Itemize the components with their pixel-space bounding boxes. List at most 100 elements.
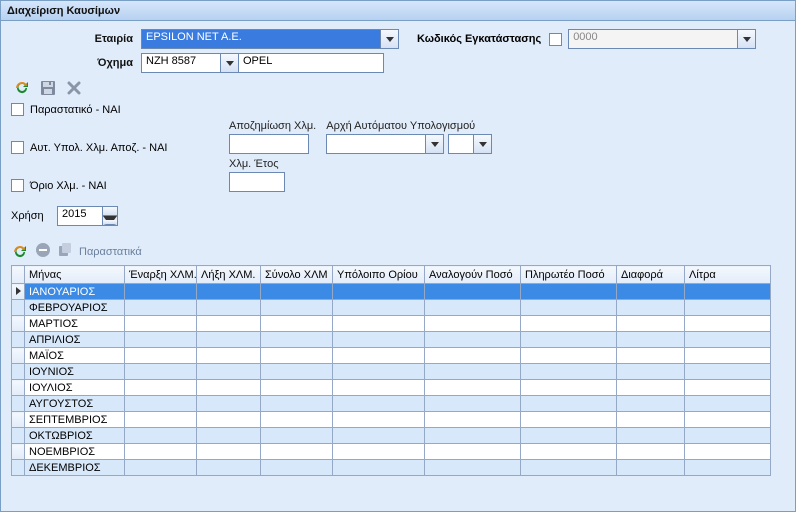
grid-cell[interactable] [521, 364, 617, 380]
grid-header[interactable]: Λίτρα [685, 266, 771, 284]
grid-cell[interactable] [333, 460, 425, 476]
table-row[interactable]: ΦΕΒΡΟΥΑΡΙΟΣ [12, 300, 771, 316]
grid-cell[interactable] [685, 428, 771, 444]
delete-button[interactable] [65, 79, 83, 97]
voucher-checkbox[interactable] [11, 103, 24, 116]
grid-cell[interactable] [197, 284, 261, 300]
grid-remove-button[interactable] [35, 242, 51, 261]
grid-cell[interactable] [685, 300, 771, 316]
grid-cell[interactable] [617, 412, 685, 428]
grid-cell[interactable] [261, 396, 333, 412]
grid-cell[interactable] [425, 428, 521, 444]
grid-cell[interactable] [125, 332, 197, 348]
grid-cell[interactable] [425, 396, 521, 412]
month-cell[interactable]: ΣΕΠΤΕΜΒΡΙΟΣ [25, 412, 125, 428]
grid-cell[interactable] [125, 300, 197, 316]
table-row[interactable]: ΑΥΓΟΥΣΤΟΣ [12, 396, 771, 412]
grid-cell[interactable] [685, 396, 771, 412]
grid-cell[interactable] [617, 396, 685, 412]
grid-cell[interactable] [685, 380, 771, 396]
grid-cell[interactable] [197, 316, 261, 332]
month-cell[interactable]: ΦΕΒΡΟΥΑΡΙΟΣ [25, 300, 125, 316]
grid-cell[interactable] [425, 380, 521, 396]
grid-cell[interactable] [261, 380, 333, 396]
grid-cell[interactable] [425, 444, 521, 460]
grid-cell[interactable] [425, 460, 521, 476]
grid-cell[interactable] [333, 284, 425, 300]
refresh-button[interactable] [13, 79, 31, 97]
grid-header[interactable]: Διαφορά [617, 266, 685, 284]
grid-cell[interactable] [617, 380, 685, 396]
month-cell[interactable]: ΜΑΡΤΙΟΣ [25, 316, 125, 332]
grid-cell[interactable] [617, 332, 685, 348]
grid-cell[interactable] [617, 300, 685, 316]
grid-cell[interactable] [685, 348, 771, 364]
grid-cell[interactable] [685, 460, 771, 476]
grid-cell[interactable] [617, 348, 685, 364]
grid-cell[interactable] [197, 380, 261, 396]
grid-cell[interactable] [261, 284, 333, 300]
month-cell[interactable]: ΑΠΡΙΛΙΟΣ [25, 332, 125, 348]
grid-cell[interactable] [261, 332, 333, 348]
grid-cell[interactable] [425, 364, 521, 380]
grid-cell[interactable] [333, 444, 425, 460]
year-spin-up[interactable] [103, 207, 117, 216]
table-row[interactable]: ΜΑΡΤΙΟΣ [12, 316, 771, 332]
grid-cell[interactable] [197, 444, 261, 460]
table-row[interactable]: ΣΕΠΤΕΜΒΡΙΟΣ [12, 412, 771, 428]
grid-cell[interactable] [425, 300, 521, 316]
grid-cell[interactable] [261, 428, 333, 444]
grid-cell[interactable] [333, 300, 425, 316]
month-cell[interactable]: ΑΥΓΟΥΣΤΟΣ [25, 396, 125, 412]
auto-calc-start-a-select[interactable] [326, 134, 426, 154]
grid-cell[interactable] [125, 444, 197, 460]
grid-cell[interactable] [521, 412, 617, 428]
grid-cell[interactable] [617, 460, 685, 476]
install-code-checkbox[interactable] [549, 33, 562, 46]
grid-cell[interactable] [125, 396, 197, 412]
year-spin-down[interactable] [103, 216, 117, 225]
grid-header[interactable]: Σύνολο ΧΛΜ [261, 266, 333, 284]
km-limit-checkbox[interactable] [11, 179, 24, 192]
grid-copy-button[interactable] [57, 242, 73, 261]
month-cell[interactable]: ΙΟΥΛΙΟΣ [25, 380, 125, 396]
grid-cell[interactable] [521, 444, 617, 460]
grid-cell[interactable] [521, 380, 617, 396]
table-row[interactable]: ΙΑΝΟΥΑΡΙΟΣ [12, 284, 771, 300]
auto-calc-start-a-button[interactable] [426, 134, 444, 154]
grid-cell[interactable] [261, 364, 333, 380]
grid-cell[interactable] [197, 364, 261, 380]
grid-cell[interactable] [261, 300, 333, 316]
grid-cell[interactable] [521, 300, 617, 316]
grid-cell[interactable] [685, 412, 771, 428]
vehicle-model-input[interactable]: OPEL [238, 53, 384, 73]
year-input[interactable]: 2015 [57, 206, 103, 226]
grid-cell[interactable] [333, 332, 425, 348]
grid-cell[interactable] [125, 316, 197, 332]
grid-header[interactable]: Αναλογούν Ποσό [425, 266, 521, 284]
grid-cell[interactable] [125, 460, 197, 476]
grid-cell[interactable] [125, 284, 197, 300]
grid-header[interactable]: Υπόλοιπο Ορίου [333, 266, 425, 284]
vehicle-plate-select-button[interactable] [221, 53, 239, 73]
month-cell[interactable]: ΔΕΚΕΜΒΡΙΟΣ [25, 460, 125, 476]
grid-cell[interactable] [197, 300, 261, 316]
grid-cell[interactable] [685, 332, 771, 348]
grid-cell[interactable] [261, 444, 333, 460]
month-cell[interactable]: ΙΑΝΟΥΑΡΙΟΣ [25, 284, 125, 300]
table-row[interactable]: ΔΕΚΕΜΒΡΙΟΣ [12, 460, 771, 476]
vouchers-button-label[interactable]: Παραστατικά [79, 246, 142, 258]
month-cell[interactable]: ΟΚΤΩΒΡΙΟΣ [25, 428, 125, 444]
grid-cell[interactable] [197, 332, 261, 348]
km-year-input[interactable] [229, 172, 285, 192]
grid-cell[interactable] [617, 316, 685, 332]
grid-cell[interactable] [685, 444, 771, 460]
table-row[interactable]: ΝΟΕΜΒΡΙΟΣ [12, 444, 771, 460]
install-code-select-button[interactable] [738, 29, 756, 49]
install-code-select[interactable]: 0000 [568, 29, 738, 49]
grid-cell[interactable] [617, 284, 685, 300]
vehicle-plate-select[interactable]: ΝΖΗ 8587 [141, 53, 221, 73]
grid-cell[interactable] [197, 348, 261, 364]
company-select-button[interactable] [381, 29, 399, 49]
grid-cell[interactable] [521, 348, 617, 364]
